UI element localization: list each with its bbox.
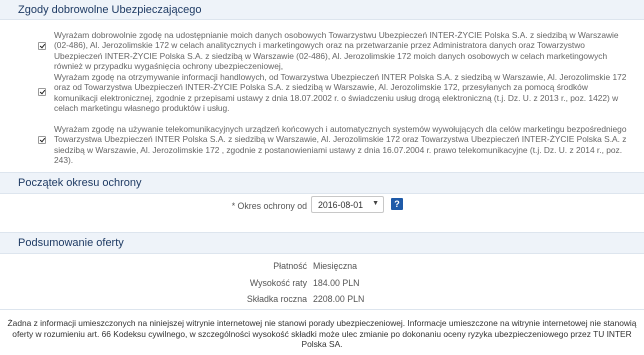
consent-text: Wyrażam zgodę na używanie telekomunikacy… xyxy=(54,124,627,166)
summary-value: Miesięczna xyxy=(313,261,358,271)
consent-checkbox-1[interactable] xyxy=(38,42,46,50)
consent-text: Wyrażam zgodę na otrzymywanie informacji… xyxy=(54,72,627,114)
consents-section-title: Zgody dobrowolne Ubezpieczającego xyxy=(0,0,644,20)
consent-checkbox-2[interactable] xyxy=(38,88,46,96)
consent-item: Wyrażam zgodę na otrzymywanie informacji… xyxy=(38,72,638,114)
summary-value: 184.00 PLN xyxy=(313,278,360,288)
period-section-title: Początek okresu ochrony xyxy=(0,172,644,194)
summary-row: Składka roczna 2208.00 PLN xyxy=(0,294,644,308)
consent-item: Wyrażam dobrowolnie zgodę na udostępnian… xyxy=(38,30,638,72)
consent-checkbox-3[interactable] xyxy=(38,136,46,144)
summary-section-title: Podsumowanie oferty xyxy=(0,232,644,254)
chevron-down-icon: ▼ xyxy=(372,200,379,207)
divider xyxy=(0,309,644,310)
disclaimer-text: Żadna z informacji umieszczonych na nini… xyxy=(7,318,637,349)
period-label: * Okres ochrony od xyxy=(231,201,307,211)
summary-row: Płatność Miesięczna xyxy=(0,261,644,275)
period-start-select[interactable]: 2016-08-01 ▼ xyxy=(311,196,384,213)
help-button[interactable]: ? xyxy=(391,198,403,210)
summary-label: Wysokość raty xyxy=(249,278,307,288)
summary-label: Składka roczna xyxy=(246,294,307,304)
consent-text: Wyrażam dobrowolnie zgodę na udostępnian… xyxy=(54,30,619,72)
summary-label: Płatność xyxy=(273,261,307,271)
summary-row: Wysokość raty 184.00 PLN xyxy=(0,278,644,292)
period-row: * Okres ochrony od 2016-08-01 ▼ ? xyxy=(0,196,644,216)
period-selected-value: 2016-08-01 xyxy=(318,199,363,210)
summary-value: 2208.00 PLN xyxy=(313,294,365,304)
consent-item: Wyrażam zgodę na używanie telekomunikacy… xyxy=(38,124,638,166)
